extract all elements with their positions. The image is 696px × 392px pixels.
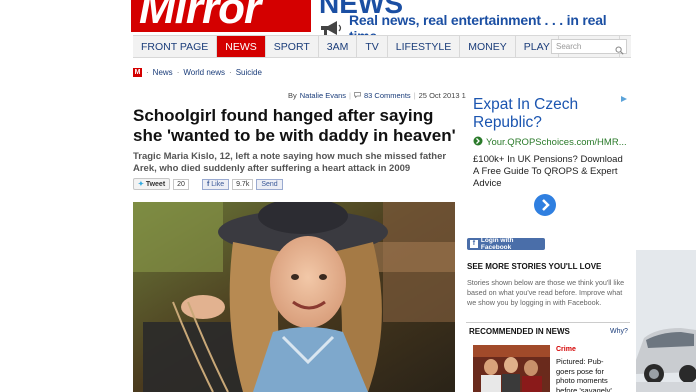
byline: By Natalie Evans | 83 Comments | 25 Oct …: [288, 91, 480, 100]
author-link[interactable]: Natalie Evans: [300, 91, 346, 100]
comment-icon: [354, 91, 361, 100]
ad-url-row[interactable]: Your.QROPSchoices.com/HMR...: [473, 136, 627, 149]
breadcrumb-item-suicide[interactable]: Suicide: [236, 68, 262, 77]
byline-divider: |: [349, 91, 351, 100]
page-gutter: [0, 0, 128, 392]
nav-item-front-page[interactable]: FRONT PAGE: [133, 36, 218, 57]
mirror-logo[interactable]: Mirror: [131, 0, 311, 32]
login-with-facebook-button[interactable]: f Login with Facebook: [467, 237, 545, 251]
comments-link[interactable]: 83 Comments: [364, 91, 411, 100]
article-headline: Schoolgirl found hanged after saying she…: [133, 106, 456, 145]
facebook-icon: f: [470, 240, 478, 248]
nav-item-lifestyle[interactable]: LIFESTYLE: [388, 36, 461, 57]
social-share-bar: ✦ Tweet 20 f Like 9.7k Send: [133, 178, 283, 190]
breadcrumb: M · News · World news · Suicide: [133, 68, 262, 77]
nav-item-3am[interactable]: 3AM: [319, 36, 358, 57]
masthead: Mirror NEWS Real news, real entertainmen…: [131, 0, 634, 44]
ad-url[interactable]: Your.QROPSchoices.com/HMR...: [486, 137, 627, 148]
tweet-count: 20: [173, 178, 189, 190]
side-banner-ad[interactable]: [636, 250, 696, 392]
twitter-bird-icon: ✦: [138, 181, 144, 188]
megaphone-icon: [319, 20, 343, 36]
article-photo: [133, 202, 455, 392]
why-link[interactable]: Why?: [610, 328, 628, 335]
like-count: 9.7k: [232, 178, 254, 190]
recommended-category[interactable]: Crime: [556, 346, 576, 353]
ad-headline[interactable]: Expat In Czech Republic?: [473, 96, 623, 132]
byline-by: By: [288, 91, 297, 100]
recommended-title: RECOMMENDED IN NEWS: [469, 327, 570, 336]
breadcrumb-item-news[interactable]: News: [153, 68, 173, 77]
search-icon[interactable]: [615, 42, 624, 55]
breadcrumb-separator: ·: [176, 68, 180, 77]
ad-body: £100k+ In UK Pensions? Download A Free G…: [473, 154, 623, 189]
mirror-mini-logo-icon[interactable]: M: [133, 68, 142, 77]
breadcrumb-item-world-news[interactable]: World news: [183, 68, 225, 77]
main-nav: FRONT PAGE NEWS SPORT 3AM TV LIFESTYLE MONEY PL…: [133, 35, 631, 58]
nav-item-sport[interactable]: SPORT: [266, 36, 319, 57]
see-more-description: Stories shown below are those we think y…: [467, 278, 625, 307]
facebook-send-button[interactable]: Send: [256, 178, 283, 190]
byline-divider: |: [413, 91, 416, 100]
ad-next-icon[interactable]: [534, 194, 556, 216]
nav-item-tv[interactable]: TV: [357, 36, 388, 57]
article-standfirst: Tragic Maria Kislo, 12, left a note sayi…: [133, 151, 447, 174]
breadcrumb-separator: ·: [146, 68, 149, 77]
nav-item-news[interactable]: NEWS: [217, 36, 266, 57]
ad-arrow-icon: [473, 136, 483, 149]
sidebar-divider: [466, 322, 630, 323]
like-label: Like: [211, 180, 225, 188]
fb-login-label: Login with Facebook: [480, 237, 514, 251]
tweet-label: Tweet: [145, 181, 166, 188]
recommended-story-link[interactable]: Pictured: Pub-goers pose for photo momen…: [556, 357, 616, 392]
nav-item-money[interactable]: MONEY: [460, 36, 516, 57]
tweet-button[interactable]: ✦ Tweet: [133, 178, 171, 190]
facebook-icon: f: [206, 180, 210, 188]
recommended-thumbnail[interactable]: [473, 345, 550, 392]
breadcrumb-separator: ·: [229, 68, 232, 77]
facebook-like-button[interactable]: f Like: [201, 178, 230, 190]
see-more-title: SEE MORE STORIES YOU'LL LOVE: [467, 262, 602, 271]
sponsored-ad[interactable]: Expat In Czech Republic? Your.QROPSchoic…: [466, 90, 630, 228]
